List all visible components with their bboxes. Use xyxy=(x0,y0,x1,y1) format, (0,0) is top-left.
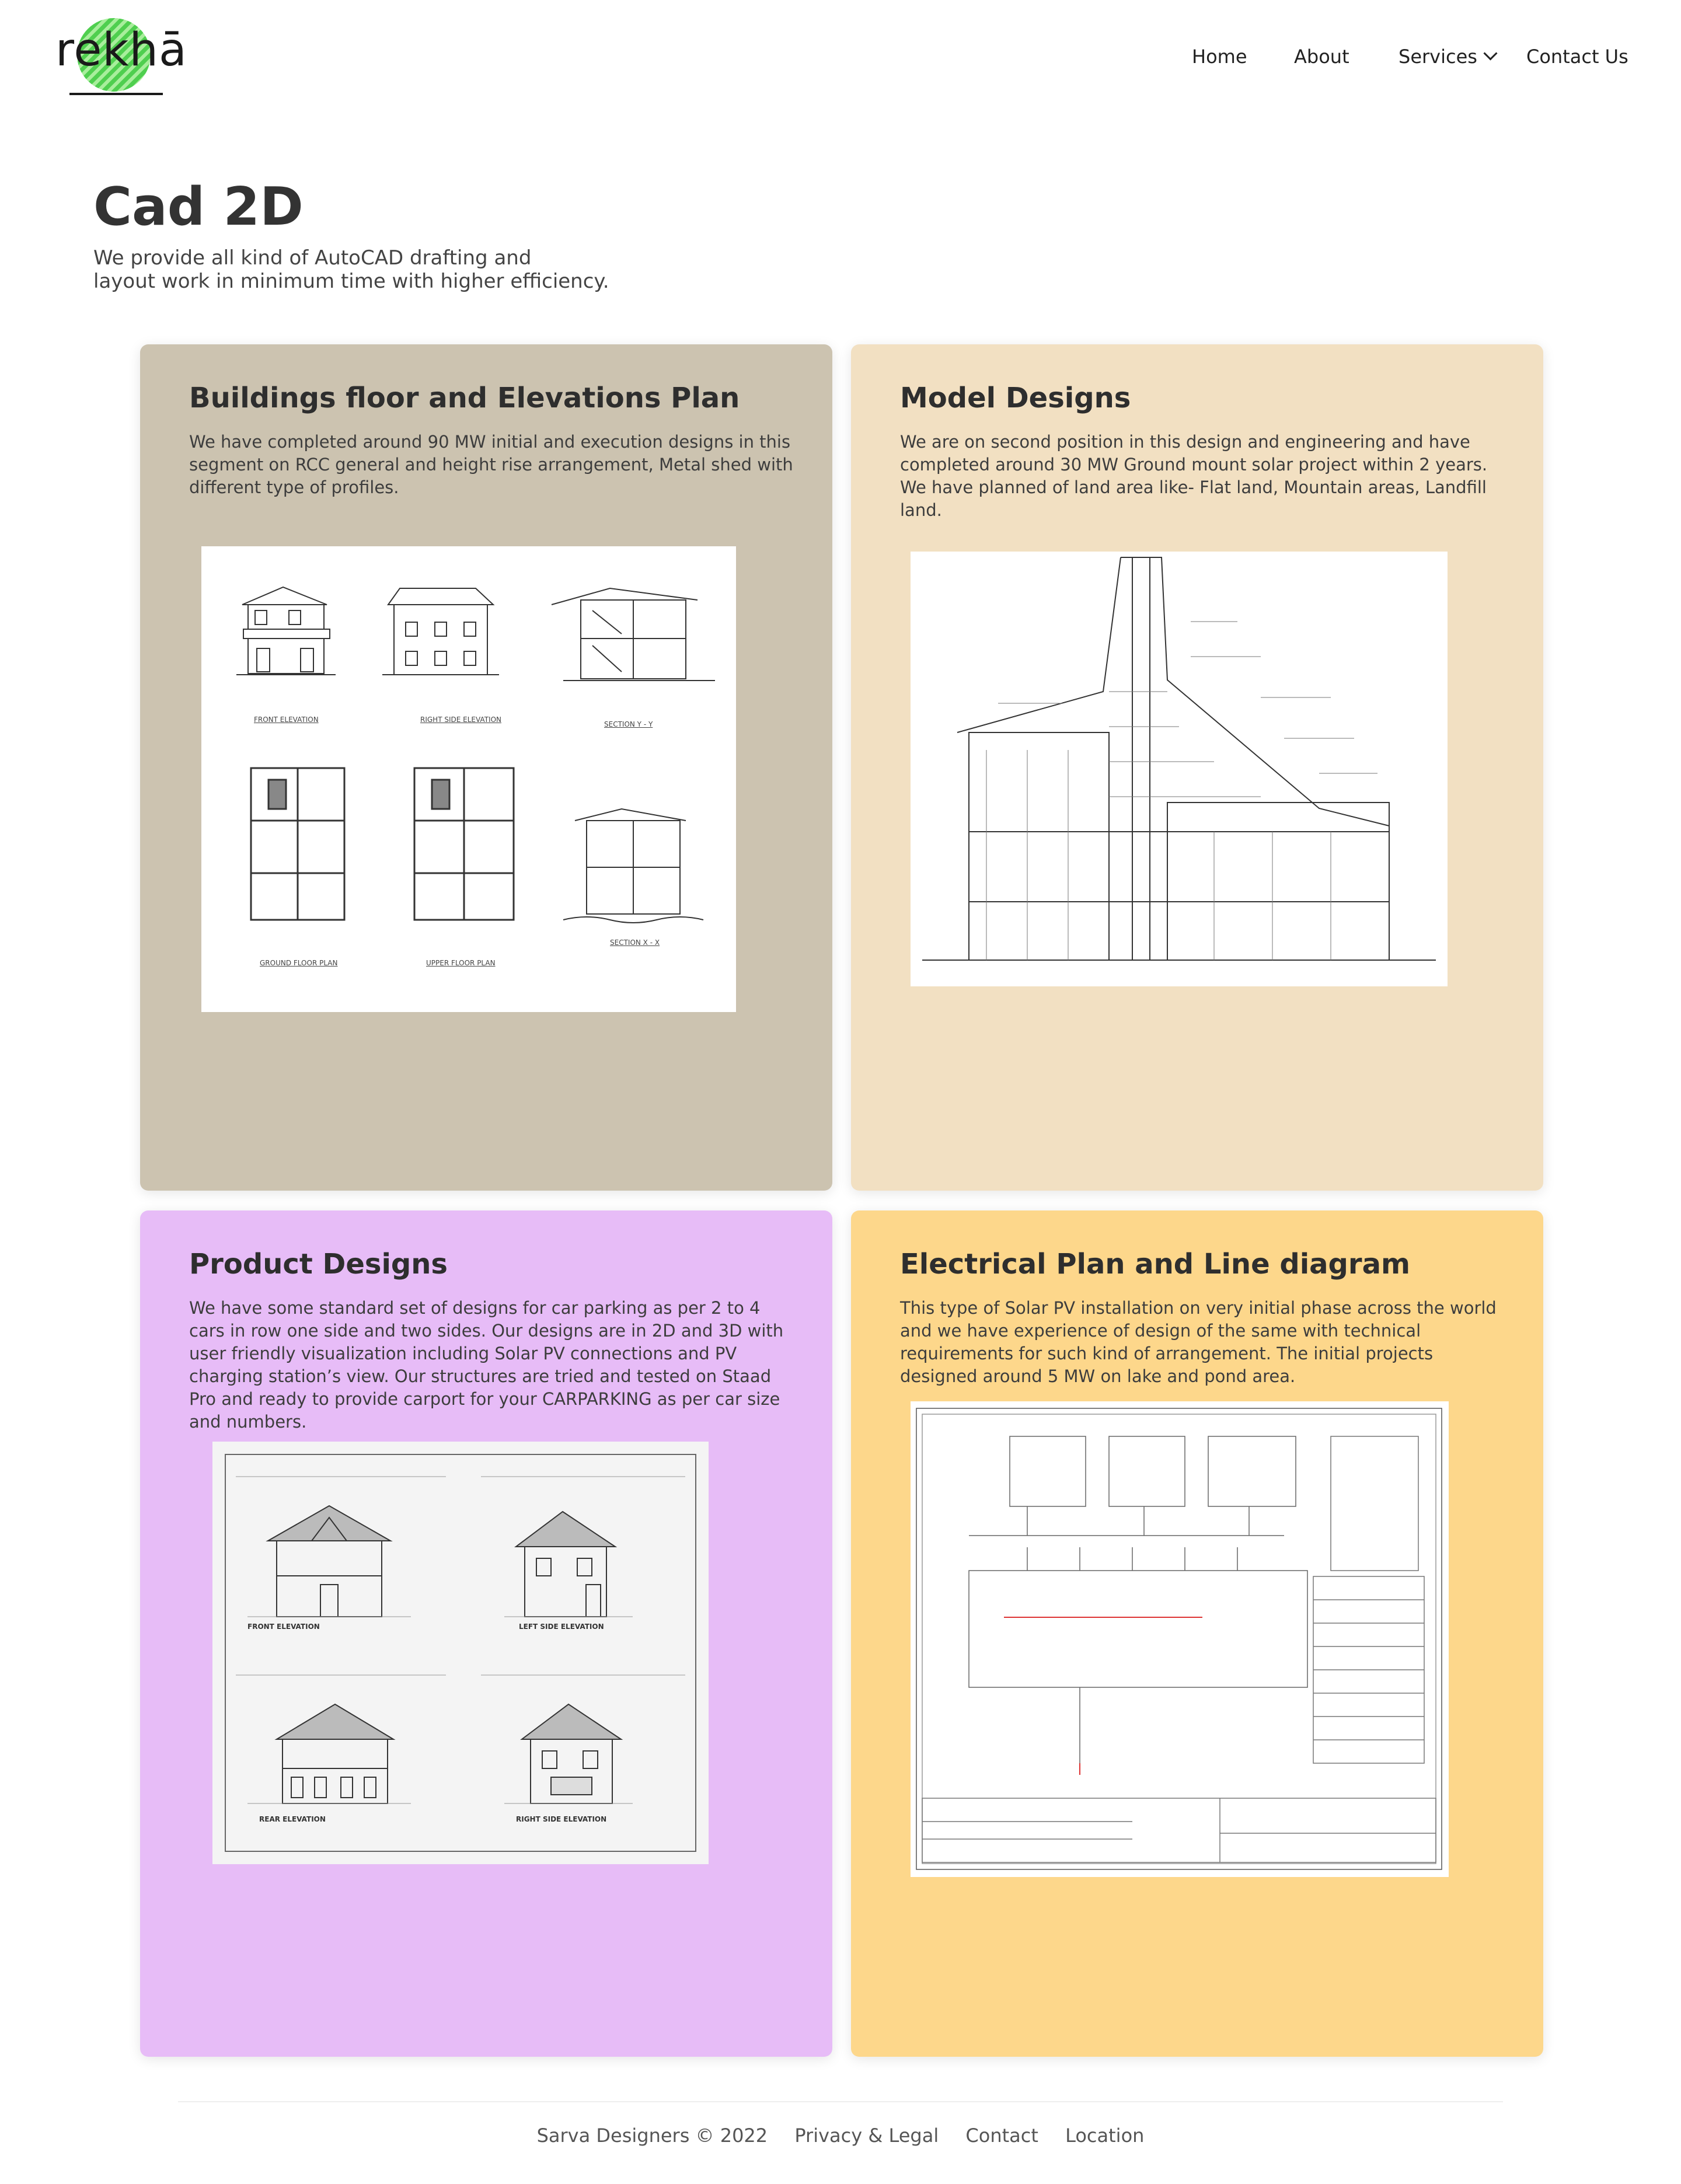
caption-upper-floor-plan: UPPER FLOOR PLAN xyxy=(426,959,496,967)
card-title: Product Designs xyxy=(189,1248,448,1281)
caption-front-elevation: FRONT ELEVATION xyxy=(254,716,319,724)
section-yy-sketch xyxy=(551,587,715,681)
right-side-elevation-sketch xyxy=(382,588,499,675)
nav-services[interactable]: Services xyxy=(1398,42,1498,71)
service-card-product-designs: Product Designs We have some standard se… xyxy=(140,1210,832,2057)
caption-left-side-elevation: LEFT SIDE ELEVATION xyxy=(519,1623,604,1631)
card-description: We have some standard set of designs for… xyxy=(189,1297,783,1433)
caption-rear-elevation: REAR ELEVATION xyxy=(259,1815,326,1823)
logo[interactable]: rekhā xyxy=(55,16,187,98)
page-subtitle-line: We provide all kind of AutoCAD drafting … xyxy=(93,246,532,270)
card-line: designed around 5 MW on lake and pond ar… xyxy=(900,1366,1296,1386)
card-title: Model Designs xyxy=(900,382,1131,414)
card-line: This type of Solar PV installation on ve… xyxy=(900,1298,1497,1318)
card-description: We are on second position in this design… xyxy=(900,431,1487,522)
card-line: segment on RCC general and height rise a… xyxy=(189,455,793,475)
nav-home[interactable]: Home xyxy=(1192,46,1247,68)
caption-right-side-elevation: RIGHT SIDE ELEVATION xyxy=(516,1815,607,1823)
footer-copyright: Sarva Designers © 2022 xyxy=(536,2124,768,2147)
card-line: cars in row one side and two sides. Our … xyxy=(189,1321,784,1341)
rear-elevation-house xyxy=(274,1703,396,1804)
card-line: We have completed around 90 MW initial a… xyxy=(189,432,791,452)
single-line-diagram-drawing xyxy=(911,1401,1449,1877)
card-description: We have completed around 90 MW initial a… xyxy=(189,431,793,499)
upper-floor-plan-sketch xyxy=(413,767,515,921)
card-title: Electrical Plan and Line diagram xyxy=(900,1248,1410,1281)
card-line: requirements for such kind of arrangemen… xyxy=(900,1344,1434,1363)
service-card-electrical: Electrical Plan and Line diagram This ty… xyxy=(851,1210,1543,2057)
front-elevation-sketch xyxy=(236,586,336,675)
right-side-elevation-house xyxy=(520,1703,623,1804)
logo-text: rekhā xyxy=(55,24,187,76)
model-section-drawing xyxy=(911,552,1448,986)
card-line: and we have experience of design of the … xyxy=(900,1321,1421,1341)
card-line: completed around 30 MW Ground mount sola… xyxy=(900,455,1488,475)
footer-link-privacy[interactable]: Privacy & Legal xyxy=(794,2124,939,2147)
section-xx-sketch xyxy=(563,808,704,923)
card-title: Buildings floor and Elevations Plan xyxy=(189,382,740,414)
card-line: different type of profiles. xyxy=(189,477,399,497)
nav-contact-us[interactable]: Contact Us xyxy=(1526,46,1628,68)
card-line: We have some standard set of designs for… xyxy=(189,1298,761,1318)
page-subtitle-line: layout work in minimum time with higher … xyxy=(93,270,609,293)
card-line: charging station’s view. Our structures … xyxy=(189,1366,772,1386)
building-elevations-drawing: FRONT ELEVATION RIGHT SIDE ELEVATION SEC… xyxy=(201,546,736,1012)
card-description: This type of Solar PV installation on ve… xyxy=(900,1297,1497,1388)
logo-underline xyxy=(69,93,163,95)
page-subtitle: We provide all kind of AutoCAD drafting … xyxy=(93,246,677,293)
nav-services-label: Services xyxy=(1398,46,1477,68)
front-elevation-house xyxy=(266,1505,393,1617)
card-line: user friendly visualization including So… xyxy=(189,1344,737,1363)
card-line: We are on second position in this design… xyxy=(900,432,1470,452)
footer-link-location[interactable]: Location xyxy=(1065,2124,1144,2147)
footer-divider xyxy=(178,2101,1503,2102)
card-line: We have planned of land area like- Flat … xyxy=(900,477,1487,497)
footer: Sarva Designers © 2022 Privacy & Legal C… xyxy=(0,2124,1681,2147)
card-line: land. xyxy=(900,500,942,520)
ground-floor-plan-sketch xyxy=(250,767,346,921)
caption-right-side-elevation: RIGHT SIDE ELEVATION xyxy=(420,716,501,724)
caption-section-yy: SECTION Y - Y xyxy=(604,720,653,728)
page-title: Cad 2D xyxy=(93,176,304,238)
service-card-model-designs: Model Designs We are on second position … xyxy=(851,344,1543,1191)
service-card-buildings: Buildings floor and Elevations Plan We h… xyxy=(140,344,832,1191)
nav-about[interactable]: About xyxy=(1294,46,1349,68)
left-side-elevation-house xyxy=(514,1510,618,1617)
caption-front-elevation: FRONT ELEVATION xyxy=(247,1623,320,1631)
card-line: Pro and ready to provide carport for you… xyxy=(189,1389,780,1409)
card-line: and numbers. xyxy=(189,1412,307,1432)
footer-link-contact[interactable]: Contact xyxy=(965,2124,1038,2147)
caption-section-xx: SECTION X - X xyxy=(610,939,660,947)
product-elevations-drawing: FRONT ELEVATION LEFT SIDE ELEVATION REAR… xyxy=(212,1442,709,1864)
chevron-down-icon xyxy=(1483,46,1498,61)
caption-ground-floor-plan: GROUND FLOOR PLAN xyxy=(260,959,338,967)
